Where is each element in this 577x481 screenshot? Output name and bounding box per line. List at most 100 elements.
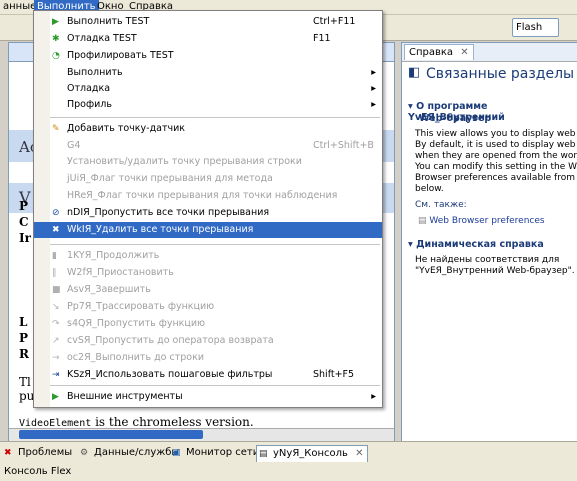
editor-text-p2: P <box>19 331 29 345</box>
remove-breakpoints-icon: ✖ <box>52 225 60 235</box>
menu-item-label: W2fЯ_Приостановить <box>67 267 174 278</box>
menu-item-3[interactable]: Выполнить ▸ <box>34 65 382 81</box>
dyn-help-line-2: "YvEЯ_Внутренний Web-браузер". <box>415 266 575 276</box>
editor-footer-line: VideoElement is the chromeless version. <box>19 415 254 429</box>
menu-item-19[interactable]: → oc2Я_Выполнить до строки <box>34 350 382 366</box>
menu-item-label: Выполнить <box>67 67 123 78</box>
menu-item-label: cvSЯ_Пропустить до оператора возврата <box>67 335 274 346</box>
menu-item-11[interactable]: ⊘ nDIЯ_Пропустить все точки прерывания <box>34 205 382 221</box>
debug-icon: ✱ <box>52 34 60 44</box>
help-desc-1: This view allows you to display web pag <box>415 129 577 139</box>
menu-item-label: WkIЯ_Удалить все точки прерывания <box>67 224 254 235</box>
scrollbar-thumb[interactable] <box>19 430 203 439</box>
menu-item-label: Добавить точку-датчик <box>67 123 186 134</box>
web-browser-preferences-link[interactable]: ▤ Web Browser preferences <box>418 216 577 227</box>
editor-footer-text: is the chromeless version. <box>91 415 254 429</box>
perspective-flash-button[interactable]: Flash <box>512 18 559 37</box>
horizontal-scrollbar[interactable] <box>9 428 394 441</box>
menu-item-label: s4QЯ_Пропустить функцию <box>67 318 206 329</box>
editor-text-p1: P <box>19 199 29 213</box>
perspective-label: Flash <box>516 22 543 33</box>
menu-item-label: Pp7Я_Трассировать функцию <box>67 301 215 312</box>
step-return-icon: ↗ <box>52 336 60 346</box>
document-icon: ▤ <box>418 216 427 226</box>
tab-console[interactable]: ▤ yNyЯ_Консоль ✕ <box>256 445 368 462</box>
menu-item-20[interactable]: ⇥ KSzЯ_Использовать пошаговые фильтры Shif… <box>34 367 382 383</box>
dyn-help-line-1: Не найдены соответствия для <box>415 255 560 265</box>
run-menu-dropdown: ▶ Выполнить TEST Ctrl+F11 ✱ Отладка TEST F11 ◔… <box>33 10 383 408</box>
menu-item-7[interactable]: G4 Ctrl+Shift+B <box>34 138 382 154</box>
menu-item-label: KSzЯ_Использовать пошаговые фильтры <box>67 369 273 380</box>
skip-breakpoints-icon: ⊘ <box>52 208 60 218</box>
help-desc-2: By default, it is used to display web pa… <box>415 140 577 150</box>
tab-help[interactable]: Справка ✕ <box>404 44 474 60</box>
menu-item-label: HReЯ_Флаг точки прерывания для точки наб… <box>67 190 338 201</box>
menu-item-label: jUiЯ_Флаг точки прерывания для метода <box>67 173 273 184</box>
data-services-icon: ⚙ <box>80 448 89 458</box>
submenu-arrow-icon: ▸ <box>371 67 376 78</box>
tab-help-label: Справка <box>409 47 454 58</box>
menu-item-5[interactable]: Профиль ▸ <box>34 97 382 113</box>
menu-item-16[interactable]: ↘ Pp7Я_Трассировать функцию <box>34 299 382 315</box>
menu-item-13[interactable]: ▮ 1KYЯ_Продолжить <box>34 248 382 264</box>
section-about-cont: Web-браузер <box>419 113 492 124</box>
watchpoint-icon: ✎ <box>52 124 60 134</box>
menu-item-label: 1KYЯ_Продолжить <box>67 250 160 261</box>
menu-item-label: oc2Я_Выполнить до строки <box>67 352 204 363</box>
menu-item-18[interactable]: ↗ cvSЯ_Пропустить до оператора возврата <box>34 333 382 349</box>
step-over-icon: ↷ <box>52 319 60 329</box>
menu-item-12[interactable]: ✖ WkIЯ_Удалить все точки прерывания <box>34 222 382 238</box>
menu-item-1[interactable]: ✱ Отладка TEST F11 <box>34 31 382 47</box>
menu-item-accelerator: F11 <box>313 33 331 44</box>
menu-item-6[interactable]: ✎ Добавить точку-датчик <box>34 121 382 137</box>
menu-item-10[interactable]: HReЯ_Флаг точки прерывания для точки наб… <box>34 188 382 204</box>
section-dynamic-help[interactable]: ▾ Динамическая справка <box>408 239 544 250</box>
menu-separator <box>50 117 380 118</box>
bookmarks-icon: ◧ <box>408 65 421 80</box>
menu-item-label: Выполнить TEST <box>67 16 150 27</box>
help-desc-3: when they are opened from the workbe <box>415 151 577 161</box>
tab-data-services[interactable]: ⚙ Данные/службы <box>78 445 182 461</box>
menu-item-15[interactable]: ■ AsvЯ_Завершить <box>34 282 382 298</box>
menu-item-label: AsvЯ_Завершить <box>67 284 151 295</box>
close-icon[interactable]: ✕ <box>460 47 468 58</box>
run-icon: ▶ <box>52 17 59 27</box>
help-view: Справка ✕ ◧ Связанные разделы ▾ О програ… <box>401 42 577 442</box>
menu-item-21[interactable]: ▶ Внешние инструменты ▸ <box>34 389 382 405</box>
menu-item-label: Отладка <box>67 83 111 94</box>
suspend-icon: ‖ <box>52 268 57 278</box>
menu-item-14[interactable]: ‖ W2fЯ_Приостановить <box>34 265 382 281</box>
menu-item-accelerator: Ctrl+Shift+B <box>313 140 374 151</box>
submenu-arrow-icon: ▸ <box>371 99 376 110</box>
menu-item-2[interactable]: ◔ Профилировать TEST <box>34 48 382 64</box>
close-icon[interactable]: ✕ <box>355 448 363 459</box>
menu-item-label: Профиль <box>67 99 112 110</box>
menu-item-accelerator: Shift+F5 <box>313 369 355 380</box>
menu-item-4[interactable]: Отладка ▸ <box>34 81 382 97</box>
tab-network-monitor[interactable]: ▣ Монитор сети <box>170 445 262 461</box>
see-also-label: См. также: <box>415 200 467 210</box>
bottom-panel: ✖ Проблемы ⚙ Данные/службы ▣ Монитор сет… <box>0 441 577 481</box>
menu-item-8[interactable]: Установить/удалить точку прерывания стро… <box>34 154 382 170</box>
help-desc-4: You can modify this setting in the Web <box>415 162 577 172</box>
menu-item-accelerator: Ctrl+F11 <box>313 16 356 27</box>
profile-icon: ◔ <box>52 51 60 61</box>
editor-text-l: L <box>19 315 28 329</box>
menu-item-label: Установить/удалить точку прерывания стро… <box>67 156 302 167</box>
menu-separator <box>50 385 380 386</box>
help-tab-bar: Справка ✕ <box>402 43 577 62</box>
menu-item-label: G4 <box>67 140 81 151</box>
help-desc-6: below. <box>415 184 444 194</box>
menu-separator <box>50 244 380 245</box>
editor-text-t: Tl <box>19 375 31 389</box>
run-to-line-icon: → <box>52 353 60 363</box>
menu-item-17[interactable]: ↷ s4QЯ_Пропустить функцию <box>34 316 382 332</box>
help-desc-5: Browser preferences available from the <box>415 173 577 183</box>
editor-text-c: C <box>19 215 29 229</box>
external-tools-icon: ▶ <box>52 392 59 402</box>
console-flex-label: Консоль Flex <box>4 466 72 477</box>
menu-item-9[interactable]: jUiЯ_Флаг точки прерывания для метода <box>34 171 382 187</box>
submenu-arrow-icon: ▸ <box>371 391 376 402</box>
menu-item-0[interactable]: ▶ Выполнить TEST Ctrl+F11 <box>34 14 382 30</box>
tab-problems[interactable]: ✖ Проблемы <box>2 445 75 461</box>
